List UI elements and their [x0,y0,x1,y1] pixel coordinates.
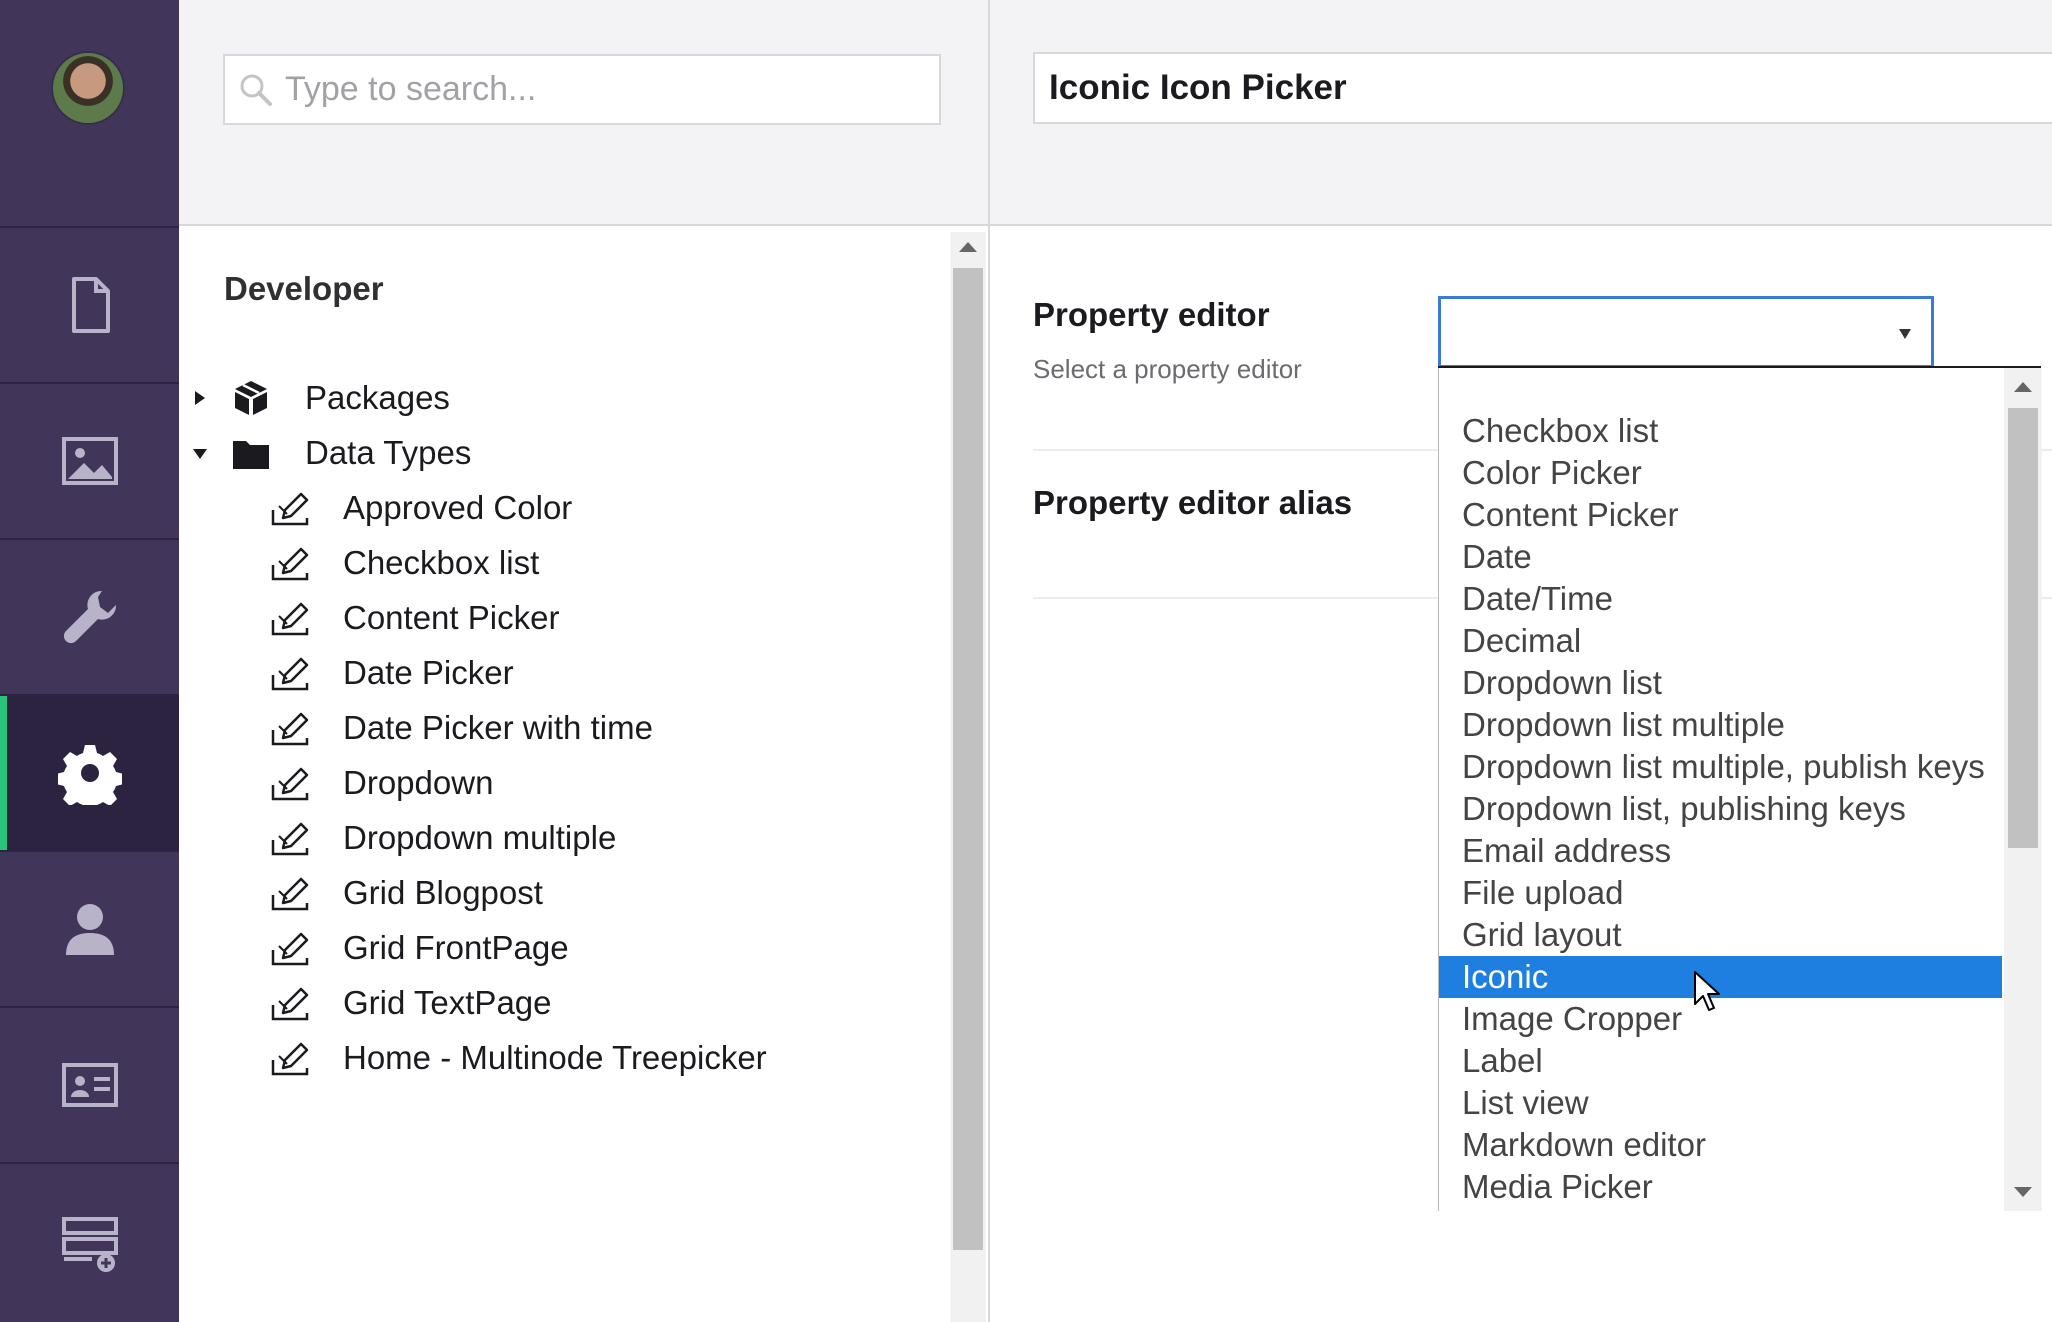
section-developer[interactable] [0,694,179,850]
data-type-edit-icon [271,657,309,691]
section-content[interactable] [0,226,179,382]
dropdown-option[interactable]: Color Picker [1439,452,2002,494]
section-forms[interactable] [0,1162,179,1322]
dropdown-option[interactable]: Email address [1439,830,2002,872]
folder-icon [233,441,269,469]
search-input[interactable] [283,69,907,110]
section-rail [0,0,179,1322]
dropdown-option[interactable]: Date [1439,536,2002,578]
data-type-edit-icon [271,492,309,526]
tree-item-label: Grid Blogpost [343,874,543,911]
tree-item-data-type[interactable]: Dropdown multiple [269,808,616,868]
tree-item-label: Approved Color [343,489,573,526]
tree-item-data-type[interactable]: Home - Multinode Treepicker [269,1028,767,1088]
dropdown-option[interactable]: Decimal [1439,620,2002,662]
tree-item-label: Grid FrontPage [343,929,569,966]
dropdown-option[interactable]: Dropdown list, publishing keys [1439,788,2002,830]
property-editor-dropdown-list[interactable]: Checkbox list Color Picker Content Picker D… [1438,368,2042,1211]
data-type-edit-icon [271,767,309,801]
user-icon [65,904,114,955]
tree-item-data-type[interactable]: Checkbox list [269,533,539,593]
dropdown-option[interactable]: Media Picker [1439,1166,2002,1208]
dropdown-scrollbar[interactable] [2004,368,2042,1211]
property-editor-label: Property editor [1033,296,1270,333]
tree-item-data-type[interactable]: Grid TextPage [269,973,552,1033]
datatype-name-field[interactable]: Iconic Icon Picker [1033,52,2052,124]
tree-item-data-type[interactable]: Grid FrontPage [269,918,569,978]
scroll-up-arrow-icon[interactable] [959,242,977,252]
package-icon [235,381,267,415]
editor-header: Iconic Icon Picker [990,0,2052,226]
tree-item-data-type[interactable]: Content Picker [269,588,559,648]
data-type-edit-icon [271,602,309,636]
scrollbar-thumb[interactable] [953,268,983,1250]
tree-item-data-type[interactable]: Grid Blogpost [269,863,543,923]
search-box[interactable] [223,54,941,125]
dropdown-option[interactable]: Content Picker [1439,494,2002,536]
scroll-down-arrow-icon[interactable] [2014,1187,2032,1197]
tree-item-label: Home - Multinode Treepicker [343,1039,767,1076]
tree-item-label: Grid TextPage [343,984,552,1021]
dropdown-option[interactable]: List view [1439,1082,2002,1124]
tree-item-label: Dropdown multiple [343,819,617,856]
section-users[interactable] [0,850,179,1006]
tree-item-data-type[interactable]: Approved Color [269,478,572,538]
tree-node-label: Data Types [305,434,472,471]
image-icon [61,437,118,485]
data-type-edit-icon [271,712,309,746]
tree-item-data-type[interactable]: Dropdown [269,753,493,813]
dropdown-option[interactable]: File upload [1439,872,2002,914]
tree-item-label: Content Picker [343,599,560,636]
tree-scrollbar[interactable] [950,232,986,1322]
scroll-up-arrow-icon[interactable] [2014,382,2032,392]
mouse-pointer-icon [1694,971,1720,1011]
tree-node-data-types[interactable]: Data Types [193,423,471,483]
dropdown-option[interactable]: Dropdown list multiple [1439,704,2002,746]
document-icon [71,277,110,333]
property-editor-description: Select a property editor [1033,354,1302,384]
tree-item-data-type[interactable]: Date Picker with time [269,698,653,758]
tree-title: Developer [224,270,384,307]
dropdown-option[interactable]: Dropdown list multiple, publish keys [1439,746,2002,788]
caret-right-icon[interactable] [193,391,207,405]
datatype-name-value: Iconic Icon Picker [1049,68,1347,107]
dropdown-option[interactable]: Markdown editor [1439,1124,2002,1166]
section-settings[interactable] [0,538,179,694]
tree-item-label: Checkbox list [343,544,540,581]
tree-node-packages[interactable]: Packages [193,368,450,428]
id-card-icon [61,1063,118,1107]
wrench-icon [63,590,116,644]
dropdown-option[interactable]: Label [1439,1040,2002,1082]
tree-item-data-type[interactable]: Date Picker [269,643,514,703]
dropdown-option[interactable]: Dropdown list [1439,662,2002,704]
data-type-edit-icon [271,547,309,581]
dropdown-option[interactable]: Grid layout [1439,914,2002,956]
scrollbar-thumb[interactable] [2008,408,2038,848]
tree-node-label: Packages [305,379,450,416]
form-add-icon [61,1217,118,1272]
tree-item-label: Date Picker with time [343,709,653,746]
tree-item-label: Date Picker [343,654,514,691]
chevron-down-icon [1899,329,1911,339]
data-type-edit-icon [271,877,309,911]
property-editor-select[interactable] [1438,296,1934,368]
data-type-edit-icon [271,932,309,966]
data-type-edit-icon [271,987,309,1021]
dropdown-option[interactable]: Date/Time [1439,578,2002,620]
search-icon [240,74,272,106]
data-type-edit-icon [271,822,309,856]
section-members[interactable] [0,1006,179,1162]
property-editor-alias-label: Property editor alias [1033,484,1353,521]
dropdown-option[interactable]: Checkbox list [1439,410,2002,452]
section-media[interactable] [0,382,179,538]
caret-down-icon[interactable] [193,446,207,460]
data-type-edit-icon [271,1042,309,1076]
tree-header [179,0,988,226]
tree-item-label: Dropdown [343,764,494,801]
tree-panel: Developer Packages Data Types Approved C… [179,226,988,1322]
gear-icon [57,745,122,805]
user-avatar[interactable] [53,53,123,123]
